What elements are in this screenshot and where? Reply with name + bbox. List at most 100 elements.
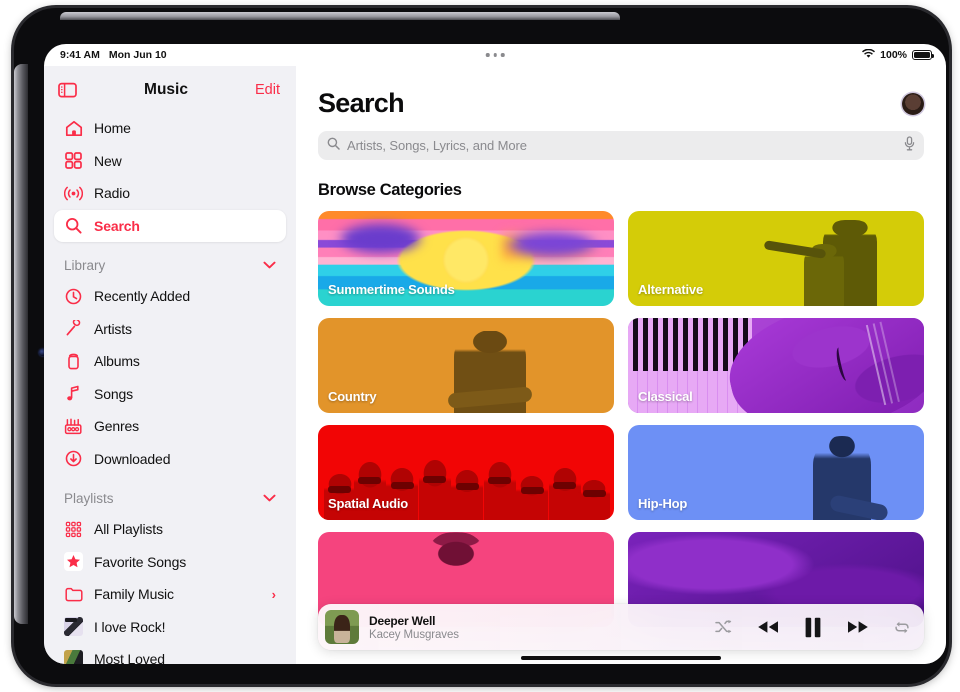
status-date: Mon Jun 10 (108, 49, 167, 61)
sidebar-item-home[interactable]: Home (54, 112, 286, 145)
now-playing-artist: Kacey Musgraves (369, 628, 459, 641)
home-indicator (521, 656, 721, 660)
sidebar-item-new[interactable]: New (54, 145, 286, 178)
now-playing-artwork[interactable] (325, 610, 359, 644)
sidebar-item-label: Songs (94, 385, 133, 402)
tile-artwork-sun (443, 237, 489, 284)
browse-categories-title: Browse Categories (318, 181, 462, 199)
radio-waves-icon (64, 184, 83, 203)
sidebar-item-label: Artists (94, 320, 132, 337)
sidebar-item-label: Home (94, 120, 131, 137)
chevron-right-icon[interactable]: › (272, 587, 276, 602)
sidebar-item-most-loved[interactable]: Most Loved (54, 643, 286, 664)
sidebar-toggle-icon[interactable] (58, 81, 77, 100)
battery-full-icon (912, 50, 935, 60)
sidebar-item-recently-added[interactable]: Recently Added (54, 280, 286, 313)
category-tile-alternative[interactable]: Alternative (628, 211, 924, 306)
sidebar-item-family-music[interactable]: Family Music › (54, 578, 286, 611)
device-frame: 9:41 AM Mon Jun 10 100% Music Edit Home … (14, 8, 949, 684)
sidebar-item-radio[interactable]: Radio (54, 177, 286, 210)
play-pause-button[interactable] (804, 617, 822, 638)
sidebar-item-label: Family Music (94, 586, 174, 603)
avatar[interactable] (902, 92, 924, 115)
sidebar-item-label: Downloaded (94, 450, 171, 467)
search-input[interactable]: Artists, Songs, Lyrics, and More (318, 131, 924, 160)
sidebar-item-label: New (94, 152, 122, 169)
sidebar-item-songs[interactable]: Songs (54, 378, 286, 411)
shuffle-button[interactable] (715, 620, 732, 634)
search-icon (64, 216, 83, 235)
sidebar-scroll-area[interactable]: Home New Radio Search Library Recently A… (44, 110, 296, 664)
category-tile-spatial-audio[interactable]: Spatial Audio (318, 425, 614, 520)
chevron-down-icon[interactable] (263, 489, 276, 507)
player-controls (715, 617, 910, 638)
sidebar-item-label: Genres (94, 418, 140, 435)
battery-percent-label: 100% (880, 49, 907, 61)
status-bar: 9:41 AM Mon Jun 10 100% (44, 44, 946, 66)
ipad-screen: 9:41 AM Mon Jun 10 100% Music Edit Home … (44, 44, 946, 664)
category-tile-label: Spatial Audio (328, 496, 408, 511)
sidebar-group-label: Library (64, 257, 106, 273)
playlists-grid-icon (64, 520, 83, 539)
app-body: Music Edit Home New Radio Search Library… (44, 66, 946, 664)
previous-button[interactable] (756, 619, 780, 635)
sidebar-item-label: Favorite Songs (94, 553, 187, 570)
edit-button[interactable]: Edit (255, 82, 280, 98)
wifi-icon (862, 48, 876, 62)
category-tile-label: Alternative (638, 282, 703, 297)
download-circle-icon (64, 449, 83, 468)
sidebar-item-search[interactable]: Search (54, 209, 286, 242)
sidebar-item-i-love-rock[interactable]: I love Rock! (54, 611, 286, 644)
home-icon (64, 119, 83, 138)
sidebar-item-label: Albums (94, 353, 140, 370)
playlist-artwork-thumbnail (64, 617, 83, 637)
sidebar-item-label: I love Rock! (94, 618, 166, 635)
category-tile-summertime-sounds[interactable]: Summertime Sounds (318, 211, 614, 306)
main-content: Search Artists, Songs, Lyrics, and More … (296, 66, 946, 664)
sidebar-item-genres[interactable]: Genres (54, 410, 286, 443)
sidebar-group-library[interactable]: Library (54, 250, 286, 280)
category-tile-classical[interactable]: Classical (628, 318, 924, 413)
category-tile-label: Summertime Sounds (328, 282, 455, 297)
sidebar-item-all-playlists[interactable]: All Playlists (54, 513, 286, 546)
sidebar-item-label: Most Loved (94, 651, 165, 664)
star-icon (64, 552, 83, 572)
folder-icon (64, 585, 83, 604)
album-icon (64, 352, 83, 371)
next-button[interactable] (846, 619, 870, 635)
music-note-icon (64, 384, 83, 403)
sidebar-item-label: All Playlists (94, 521, 163, 538)
browse-categories-grid: Summertime Sounds Alternative Country Cl… (318, 211, 924, 627)
sidebar-header: Music Edit (44, 70, 296, 110)
sidebar-item-downloaded[interactable]: Downloaded (54, 443, 286, 476)
grid-squares-icon (64, 151, 83, 170)
multitask-dots-icon[interactable] (485, 53, 505, 57)
sidebar-item-albums[interactable]: Albums (54, 345, 286, 378)
content-header: Search (318, 66, 924, 119)
category-tile-hip-hop[interactable]: Hip-Hop (628, 425, 924, 520)
chevron-down-icon[interactable] (263, 256, 276, 274)
status-bar-right: 100% (862, 48, 935, 62)
device-left-edge (14, 64, 28, 624)
mini-player[interactable]: Deeper Well Kacey Musgraves (318, 604, 924, 650)
category-tile-country[interactable]: Country (318, 318, 614, 413)
sidebar-item-favorite-songs[interactable]: Favorite Songs (54, 546, 286, 579)
page-title: Search (318, 88, 405, 118)
sidebar-group-playlists[interactable]: Playlists (54, 483, 286, 513)
microphone-icon (64, 319, 83, 338)
sidebar-group-label: Playlists (64, 490, 114, 506)
sidebar-item-artists[interactable]: Artists (54, 313, 286, 346)
device-top-edge (60, 12, 620, 20)
repeat-button[interactable] (894, 620, 910, 635)
category-tile-label: Classical (638, 389, 693, 404)
sidebar-item-label: Search (94, 217, 140, 234)
sidebar: Music Edit Home New Radio Search Library… (44, 66, 296, 664)
sidebar-item-label: Recently Added (94, 288, 190, 305)
now-playing-metadata: Deeper Well Kacey Musgraves (369, 614, 459, 641)
category-tile-label: Hip-Hop (638, 496, 688, 511)
now-playing-title: Deeper Well (369, 613, 436, 628)
sidebar-item-label: Radio (94, 185, 130, 202)
genres-icon (64, 417, 83, 436)
playlist-artwork-thumbnail (64, 649, 83, 664)
microphone-icon[interactable] (904, 135, 915, 156)
